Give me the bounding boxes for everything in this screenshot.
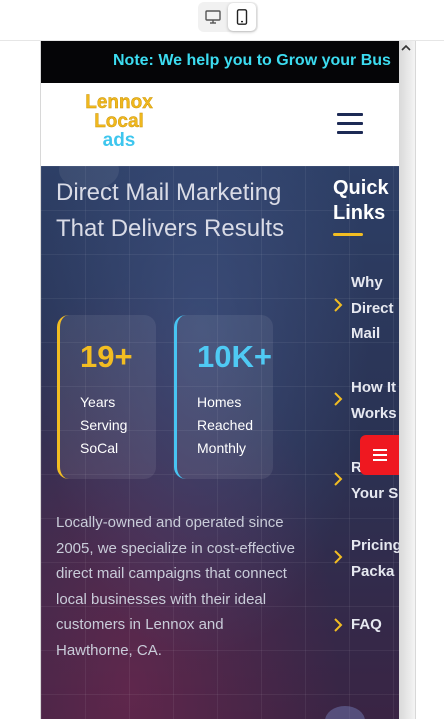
- scrollbar-track[interactable]: [399, 41, 415, 719]
- logo-line-1: Lennox: [85, 92, 153, 113]
- hamburger-menu-icon[interactable]: [337, 113, 363, 135]
- scroll-up-arrow[interactable]: [398, 41, 414, 55]
- site-header: Lennox Local ads: [41, 83, 415, 166]
- desktop-preview-button[interactable]: [199, 3, 227, 31]
- chevron-right-icon: [334, 618, 343, 632]
- list-menu-icon: [373, 449, 387, 461]
- site-logo[interactable]: Lennox Local ads: [81, 93, 157, 150]
- hero-section: Direct Mail Marketing That Delivers Resu…: [41, 166, 399, 719]
- hero-description: Locally-owned and operated since 2005, w…: [56, 514, 296, 659]
- stat-card-homes: 10K+ Homes Reached Monthly: [174, 315, 273, 479]
- stat-label: Homes Reached Monthly: [197, 394, 254, 456]
- quick-link-label: Pricing Packa: [351, 537, 399, 580]
- chevron-right-icon: [334, 392, 343, 406]
- logo-line-2: Local: [94, 111, 144, 132]
- stat-value: 10K+: [197, 339, 272, 374]
- stat-card-years: 19+ Years Serving SoCal: [57, 315, 156, 479]
- stat-label: Years Serving SoCal: [80, 394, 128, 456]
- quick-link-label: How It Works: [351, 379, 397, 422]
- stat-value: 19+: [80, 339, 133, 374]
- quick-links-underline: [333, 233, 363, 236]
- ticker-text: Note: We help you to Grow your Bus: [113, 52, 391, 69]
- mobile-preview-button[interactable]: [228, 3, 256, 31]
- quick-links-title: Quick Links: [333, 177, 389, 224]
- hero-title: Direct Mail Marketing That Delivers Resu…: [56, 179, 285, 242]
- editor-toolbar: [0, 0, 444, 41]
- quick-link-label: Why Direct Mail: [351, 274, 394, 342]
- logo-line-3: ads: [102, 130, 136, 151]
- chevron-right-icon: [334, 550, 343, 564]
- chevron-up-icon: [401, 44, 411, 51]
- announcement-ticker: Note: We help you to Grow your Bus: [41, 41, 415, 83]
- floating-menu-button[interactable]: [360, 435, 400, 475]
- chevron-right-icon: [334, 472, 343, 486]
- mobile-phone-icon: [236, 9, 248, 25]
- chevron-right-icon: [334, 298, 343, 312]
- device-preview-switch: [198, 2, 258, 32]
- mobile-preview-frame: Note: We help you to Grow your Bus Lenno…: [40, 41, 416, 719]
- desktop-icon: [205, 10, 221, 24]
- quick-link-label: FAQ: [351, 616, 382, 633]
